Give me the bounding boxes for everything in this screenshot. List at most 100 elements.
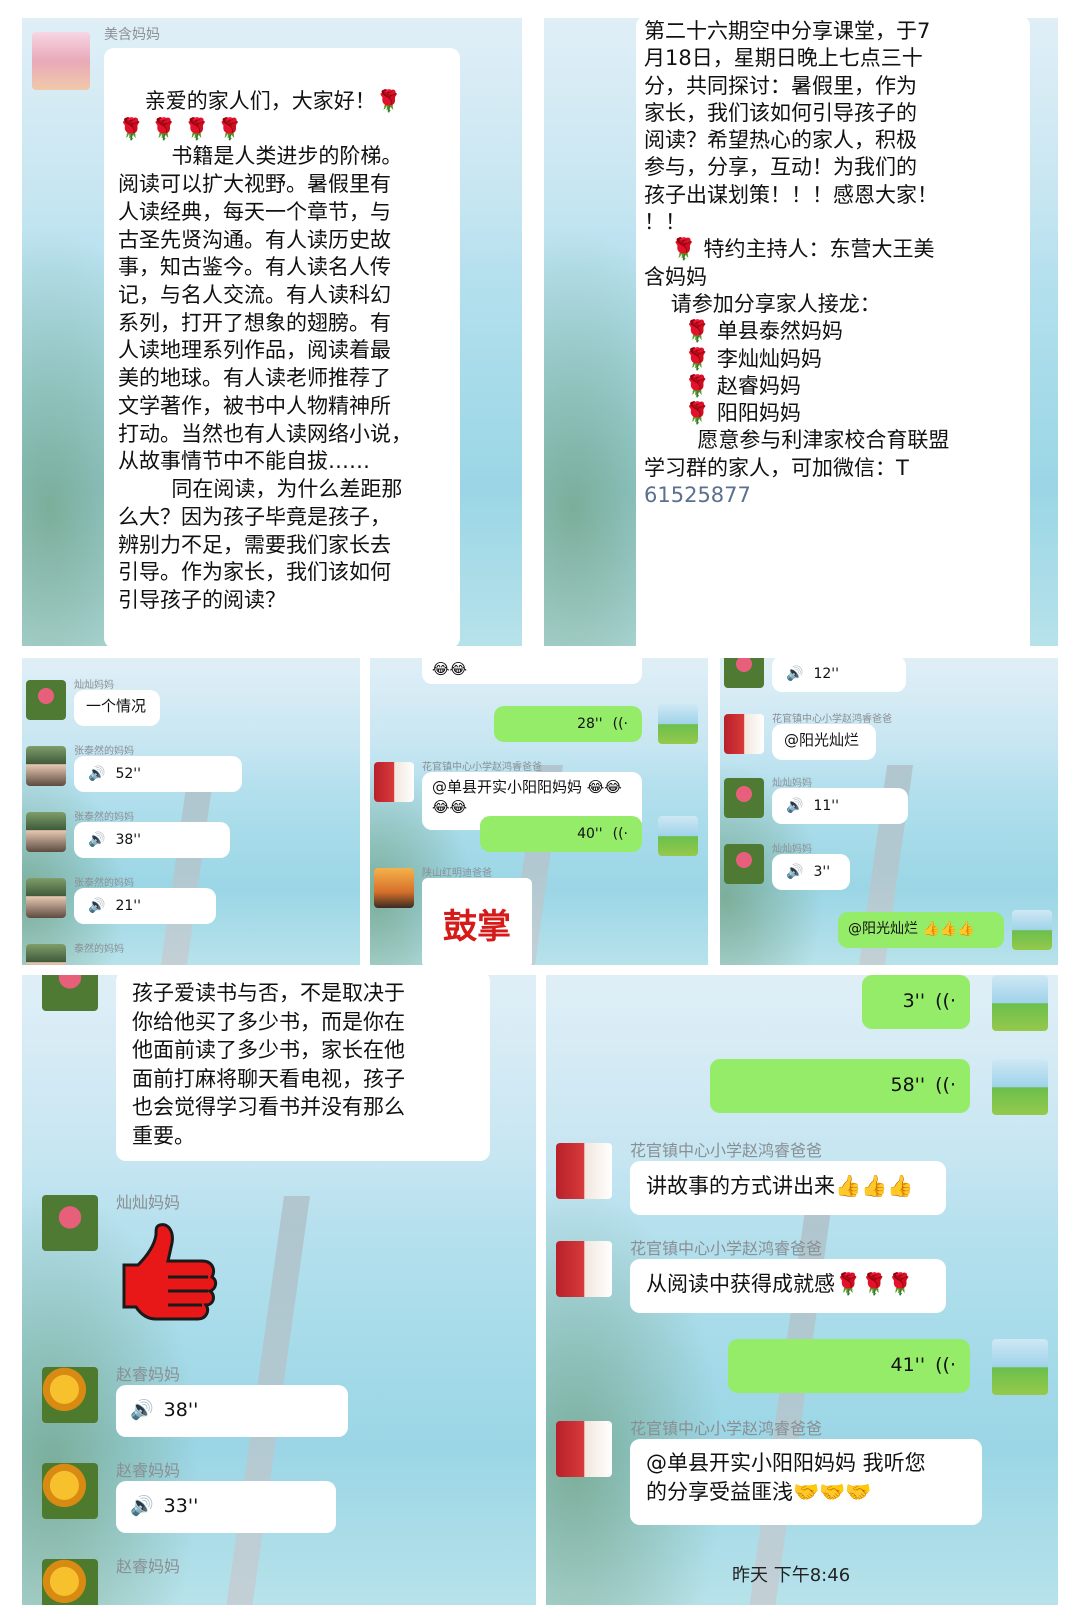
avatar[interactable]: [42, 1463, 98, 1519]
avatar[interactable]: [374, 868, 414, 908]
voice-wave-icon: ((·: [935, 1354, 956, 1377]
avatar[interactable]: [556, 1143, 612, 1199]
sender-name: 泰然的妈妈: [74, 944, 124, 955]
message-line: 重要。: [132, 1123, 195, 1148]
avatar[interactable]: [26, 878, 66, 918]
clap-sticker[interactable]: 鼓掌: [422, 878, 532, 965]
avatar[interactable]: [724, 658, 764, 688]
thumbs-up-icon: [122, 1223, 218, 1321]
message-line: 参与，分享，互动！为我们的: [644, 155, 917, 180]
thumbs-up-sticker[interactable]: [116, 1217, 226, 1327]
message-line: 愿意参与利津家校合育联盟: [644, 428, 950, 453]
message-text: 亲爱的家人们，大家好！🌹 🌹 🌹 🌹 🌹 书籍是人类进步的阶梯。 阅读可以扩大视野。…: [118, 88, 448, 615]
message-text: @单县开实小阳阳妈妈 我听您: [646, 1451, 926, 1475]
message-bubble[interactable]: 从阅读中获得成就感🌹🌹🌹: [630, 1259, 946, 1313]
voice-duration: 11'': [813, 797, 839, 814]
message-line: ！！: [644, 210, 686, 235]
voice-wave-icon: 🔊: [130, 1495, 154, 1518]
avatar[interactable]: [26, 746, 66, 786]
avatar-self[interactable]: [658, 816, 698, 856]
message-text: @单县开实小阳阳妈妈 😂😂: [432, 778, 622, 796]
message-bubble[interactable]: 亲爱的家人们，大家好！🌹 🌹 🌹 🌹 🌹 书籍是人类进步的阶梯。 阅读可以扩大视野。…: [104, 48, 460, 646]
message-line: 事，知古鉴今。有人读名人传: [118, 255, 391, 280]
sender-name: 花官镇中心小学赵鸿睿爸爸: [630, 1141, 823, 1160]
sender-name: 灿灿妈妈: [772, 778, 812, 789]
wechat-id-link[interactable]: 61525877: [644, 482, 1020, 509]
voice-wave-icon: 🔊: [88, 831, 106, 848]
avatar-self[interactable]: [992, 1059, 1048, 1115]
voice-wave-icon: 🔊: [88, 897, 106, 914]
message-bubble[interactable]: 一个情况: [74, 690, 160, 726]
avatar[interactable]: [26, 944, 66, 965]
message-line: 🌹 单县泰然妈妈: [644, 319, 843, 344]
message-bubble[interactable]: @单县开实小阳阳妈妈 我听您 的分享受益匪浅🤝🤝🤝: [630, 1439, 982, 1525]
voice-message[interactable]: 🔊 11'': [772, 788, 908, 824]
voice-wave-icon: 🔊: [786, 797, 804, 814]
message-line: 含妈妈: [644, 264, 707, 289]
voice-message[interactable]: 🔊 33'': [116, 1481, 336, 1533]
avatar[interactable]: [724, 844, 764, 884]
message-line: 人读地理系列作品，阅读着最: [118, 338, 391, 363]
voice-duration: 12'': [813, 665, 839, 682]
avatar[interactable]: [724, 778, 764, 818]
voice-message[interactable]: 🔊 52'': [74, 756, 242, 792]
avatar[interactable]: [26, 680, 66, 720]
voice-message-sent[interactable]: 40'' ((·: [480, 816, 642, 852]
message-text: 孩子爱读书与否，不是取决于 你给他买了多少书，而是你在 他面前读了多少书，家长在他面…: [132, 979, 474, 1150]
message-line: 阅读？希望热心的家人，积极: [644, 128, 917, 153]
avatar[interactable]: [42, 1559, 98, 1605]
avatar[interactable]: [42, 975, 98, 1011]
voice-message[interactable]: 🔊 38'': [116, 1385, 348, 1437]
chat-panel-4: 😂😂 28'' ((· 花官镇中心小学赵鸿睿爸爸 @单县开实小阳阳妈妈 😂😂 😂😂…: [370, 658, 708, 965]
avatar-self[interactable]: [992, 1339, 1048, 1395]
avatar[interactable]: [42, 1195, 98, 1251]
voice-message[interactable]: 🔊 12'': [772, 658, 906, 692]
avatar[interactable]: [724, 714, 764, 754]
message-bubble[interactable]: 讲故事的方式讲出来👍👍👍: [630, 1161, 946, 1215]
message-bubble[interactable]: 😂😂: [422, 658, 642, 684]
voice-duration: 3'': [902, 990, 926, 1013]
timestamp: 昨天 下午8:46: [732, 1565, 851, 1586]
message-line: 系列，打开了想象的翅膀。有: [118, 310, 391, 335]
voice-message[interactable]: 🔊 21'': [74, 888, 216, 924]
avatar[interactable]: [42, 1367, 98, 1423]
avatar[interactable]: [32, 32, 90, 90]
sender-name: 灿灿妈妈: [772, 844, 812, 855]
avatar-self[interactable]: [1012, 910, 1052, 950]
voice-duration: 38'': [115, 831, 141, 848]
voice-message[interactable]: 🔊 38'': [74, 822, 230, 858]
avatar[interactable]: [556, 1421, 612, 1477]
voice-message[interactable]: 🔊 3'': [772, 854, 850, 890]
voice-message-sent[interactable]: 3'' ((·: [862, 975, 970, 1029]
voice-message-sent[interactable]: 58'' ((·: [710, 1059, 970, 1113]
message-bubble[interactable]: 第二十六期空中分享课堂，于7 月18日，星期日晚上七点三十 分，共同探讨：暑假里，作…: [636, 18, 1030, 646]
message-bubble[interactable]: 孩子爱读书与否，不是取决于 你给他买了多少书，而是你在 他面前读了多少书，家长在他面…: [116, 975, 490, 1161]
avatar[interactable]: [374, 762, 414, 802]
message-line: 面前打麻将聊天看电视，孩子: [132, 1066, 405, 1091]
message-line: 同在阅读，为什么差距那: [118, 477, 403, 502]
message-line: 阅读可以扩大视野。暑假里有: [118, 172, 391, 197]
message-bubble-sent[interactable]: @阳光灿烂 👍👍👍: [838, 912, 1004, 948]
message-line: 辨别力不足，需要我们家长去: [118, 532, 391, 557]
message-line: 引导孩子的阅读？: [118, 587, 286, 612]
voice-wave-icon: 🔊: [88, 765, 106, 782]
message-line: 打动。当然也有人读网络小说，: [118, 421, 412, 446]
message-line: 引导。作为家长，我们该如何: [118, 560, 391, 585]
chat-panel-5: 🔊 12'' 花官镇中心小学赵鸿睿爸爸 @阳光灿烂 灿灿妈妈 🔊 11'' 灿灿妈妈…: [720, 658, 1058, 965]
message-bubble[interactable]: @阳光灿烂: [772, 724, 876, 760]
voice-message-sent[interactable]: 28'' ((·: [494, 706, 642, 742]
sender-name: 赵睿妈妈: [116, 1461, 181, 1480]
chat-panel-6: 孩子爱读书与否，不是取决于 你给他买了多少书，而是你在 他面前读了多少书，家长在他面…: [22, 975, 536, 1605]
avatar[interactable]: [556, 1241, 612, 1297]
voice-duration: 3'': [813, 863, 831, 880]
voice-wave-icon: 🔊: [130, 1399, 154, 1422]
voice-message-sent[interactable]: 41'' ((·: [728, 1339, 970, 1393]
message-line: 书籍是人类进步的阶梯。: [118, 144, 403, 169]
message-line: 月18日，星期日晚上七点三十: [644, 46, 923, 71]
avatar[interactable]: [26, 812, 66, 852]
message-line: 从故事情节中不能自拔……: [118, 449, 370, 474]
message-text: 第二十六期空中分享课堂，于7 月18日，星期日晚上七点三十 分，共同探讨：暑假里，作…: [644, 18, 1020, 482]
avatar-self[interactable]: [658, 704, 698, 744]
avatar-self[interactable]: [992, 975, 1048, 1031]
message-line: 学习群的家人，可加微信：T: [644, 455, 909, 480]
